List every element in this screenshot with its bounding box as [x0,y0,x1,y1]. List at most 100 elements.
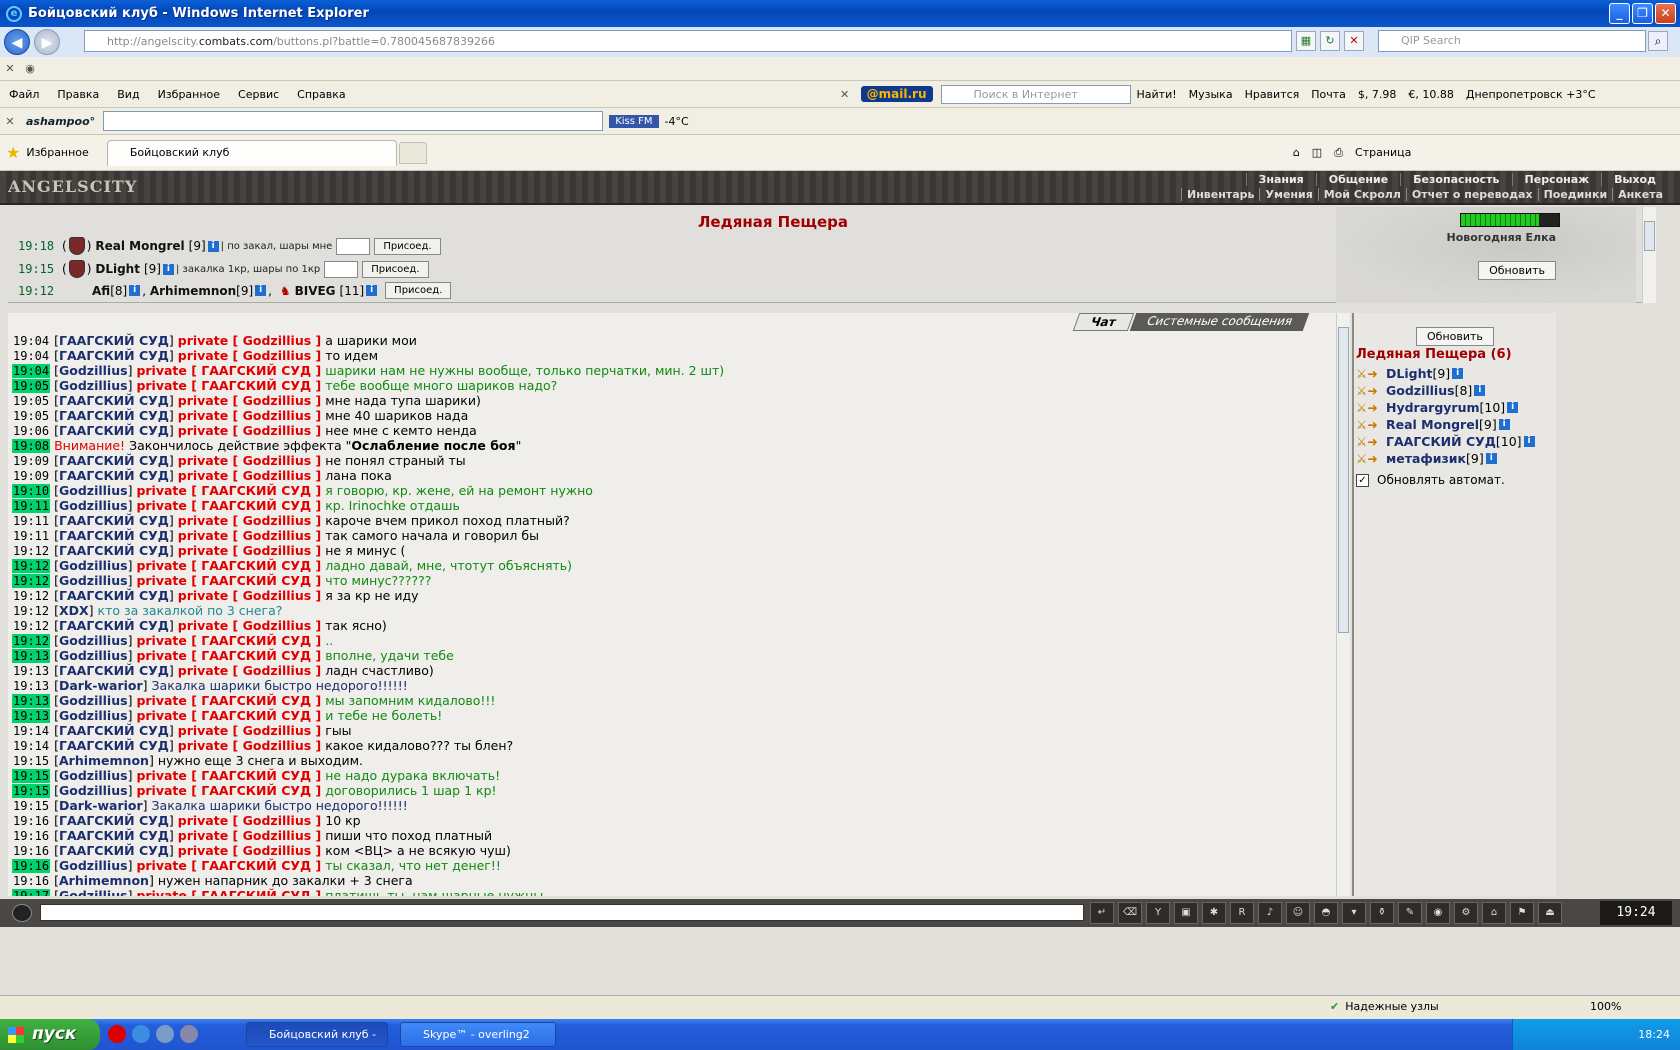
chat-time[interactable]: 19:16 [12,859,51,873]
private-label[interactable]: private [ ГААГСКИЙ СУД ] [136,648,321,663]
private-label[interactable]: private [ ГААГСКИЙ СУД ] [136,633,321,648]
info-icon[interactable]: i [1498,419,1510,430]
chat-nick[interactable]: ГААГСКИЙ СУД [59,723,169,738]
likes-button[interactable]: Нравится [1239,88,1306,101]
chat-nick[interactable]: ГААГСКИЙ СУД [59,528,169,543]
chat-time[interactable]: 19:12 [12,544,50,558]
battle-nick[interactable]: Real Mongrel [95,239,184,253]
private-label[interactable]: private [ Godzillius ] [178,738,322,753]
start-button[interactable]: пуск [0,1019,100,1050]
rss-icon[interactable]: ◫ [1306,146,1328,159]
tab-active[interactable]: Бойцовский клуб [106,139,397,166]
attack-icon[interactable]: ⚔➜ [1356,383,1386,398]
private-label[interactable]: private [ ГААГСКИЙ СУД ] [136,783,321,798]
battle-scrollbar[interactable] [1642,207,1656,303]
gift-icon[interactable]: ⌂ [1482,902,1506,924]
private-label[interactable]: private [ Godzillius ] [178,543,322,558]
qip-icon[interactable]: ◉ [20,62,40,75]
chat-time[interactable]: 19:06 [12,424,50,438]
chat-nick[interactable]: Godzillius [59,378,128,393]
chat-time[interactable]: 19:04 [12,334,50,348]
join-password-input[interactable] [324,260,359,278]
private-label[interactable]: private [ ГААГСКИЙ СУД ] [136,708,321,723]
chat-mode-icon[interactable] [12,904,32,922]
chat-time[interactable]: 19:04 [12,364,51,378]
chat-time[interactable]: 19:09 [12,469,50,483]
chat-nick[interactable]: Godzillius [59,633,128,648]
private-label[interactable]: private [ Godzillius ] [178,393,322,408]
close-mailbar-icon[interactable]: ✕ [835,88,855,101]
attack-icon[interactable]: ⚔➜ [1356,451,1386,466]
chat-nick[interactable]: Dark-warior [59,678,143,693]
chat-time[interactable]: 19:13 [12,694,51,708]
menu-security[interactable]: Безопасность [1400,173,1511,186]
chat-time[interactable]: 19:16 [12,874,50,888]
chat-time[interactable]: 19:13 [12,709,51,723]
search-input[interactable]: QIP Search [1378,30,1646,52]
chat-nick[interactable]: Dark-warior [59,798,143,813]
private-label[interactable]: private [ ГААГСКИЙ СУД ] [136,378,321,393]
private-label[interactable]: private [ Godzillius ] [178,843,322,858]
battle-scroll-thumb[interactable] [1644,221,1655,251]
private-label[interactable]: private [ Godzillius ] [178,528,322,543]
refresh-icon[interactable]: ↻ [1320,31,1340,51]
sidebar-refresh-button[interactable]: Обновить [1416,327,1494,346]
menu-tools[interactable]: Сервис [229,88,288,101]
private-label[interactable]: private [ ГААГСКИЙ СУД ] [136,363,321,378]
chat-time[interactable]: 19:11 [12,529,50,543]
stop-icon[interactable]: ✕ [1344,31,1364,51]
menu-knowledge[interactable]: Знания [1245,173,1316,186]
menu-communication[interactable]: Общение [1315,173,1400,186]
chat-nick[interactable]: ГААГСКИЙ СУД [59,453,169,468]
chat-time[interactable]: 19:15 [12,769,51,783]
chat-nick[interactable]: Godzillius [59,483,128,498]
chat-nick[interactable]: Godzillius [59,783,128,798]
mask-icon[interactable]: ◉ [1426,902,1450,924]
chat-time[interactable]: 19:09 [12,454,50,468]
info-icon[interactable]: i [1523,436,1535,447]
chat-time[interactable]: 19:13 [12,649,51,663]
music-button[interactable]: Музыка [1183,88,1239,101]
address-bar[interactable]: http://angelscity. combats.com/buttons.pl… [84,30,1292,52]
maximize-button[interactable]: ❐ [1632,3,1653,24]
search-icon[interactable]: ⌕ [1648,31,1668,51]
close-toolbar-icon[interactable]: ✕ [0,62,20,75]
chat-nick[interactable]: Godzillius [59,858,128,873]
chat-nick[interactable]: ГААГСКИЙ СУД [59,588,169,603]
private-label[interactable]: private [ ГААГСКИЙ СУД ] [136,768,321,783]
tree-label[interactable]: Новогодняя Елка [1447,231,1556,244]
ie-quick-icon[interactable] [132,1025,150,1043]
weather[interactable]: Днепропетровск +3°C [1460,88,1602,101]
info-icon[interactable]: i [1485,453,1497,464]
join-password-input[interactable] [336,237,371,255]
chat-time[interactable]: 19:08 [12,439,51,453]
doc-quick-icon[interactable] [180,1025,198,1043]
private-label[interactable]: private [ ГААГСКИЙ СУД ] [136,693,321,708]
find-button[interactable]: Найти! [1131,88,1183,101]
submenu-skills[interactable]: Умения [1259,188,1317,201]
chat-time[interactable]: 19:14 [12,724,50,738]
private-label[interactable]: private [ ГААГСКИЙ СУД ] [136,573,321,588]
battle-nick[interactable]: Afi [92,284,110,298]
favorites-star-icon[interactable]: ★ [6,143,20,162]
menu-favorites[interactable]: Избранное [149,88,229,101]
chat-nick[interactable]: Godzillius [59,498,128,513]
menu-view[interactable]: Вид [108,88,148,101]
chat-time[interactable]: 19:12 [12,604,50,618]
chat-time[interactable]: 19:15 [12,754,50,768]
info-icon[interactable]: i [366,285,378,296]
chat-nick[interactable]: ГААГСКИЙ СУД [59,468,169,483]
attack-icon[interactable]: ⚔➜ [1356,434,1386,449]
tab-system-messages[interactable]: Системные сообщения [1129,313,1310,331]
chat-time[interactable]: 19:11 [12,499,51,513]
submenu-inventory[interactable]: Инвентарь [1181,188,1259,201]
info-icon[interactable]: i [162,263,174,275]
private-label[interactable]: private [ ГААГСКИЙ СУД ] [136,858,321,873]
clear-icon[interactable]: ⌫ [1118,902,1142,924]
security-zone[interactable]: ✔ Надежные узлы [1330,1000,1439,1013]
user-nick[interactable]: ГААГСКИЙ СУД [1386,434,1496,449]
private-label[interactable]: private [ ГААГСКИЙ СУД ] [136,888,321,896]
favorites-button[interactable]: Избранное [20,146,94,159]
chat-time[interactable]: 19:12 [12,634,51,648]
info-icon[interactable]: i [1452,368,1464,379]
